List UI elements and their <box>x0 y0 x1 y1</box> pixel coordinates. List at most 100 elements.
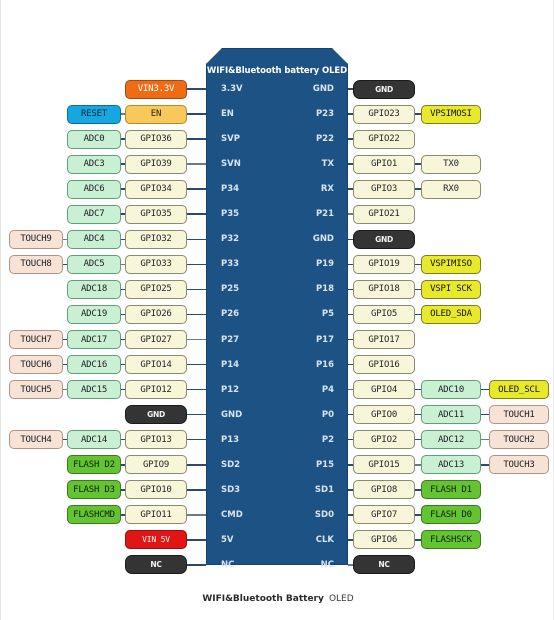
chip-pin-sd0: SD0 <box>314 509 334 520</box>
chip-pin-p4: P4 <box>321 384 334 395</box>
right-box-p23-0[interactable]: GPIO23 <box>353 104 415 124</box>
left-box-5v-0[interactable]: VIN 5V <box>125 530 187 550</box>
chip-pin-gnd: GND <box>221 409 243 420</box>
left-box-p26-0[interactable]: GPIO26 <box>125 304 187 324</box>
left-box-p34-0[interactable]: GPIO34 <box>125 179 187 199</box>
left-box-p26-1[interactable]: ADC19 <box>67 304 121 324</box>
left-box-en-1[interactable]: RESET <box>67 104 121 124</box>
left-box-en-0[interactable]: EN <box>125 104 187 124</box>
left-box-p13-1[interactable]: ADC14 <box>67 430 121 450</box>
right-box-p17-0[interactable]: GPIO17 <box>353 330 415 349</box>
right-box-clk-0[interactable]: GPIO6 <box>353 530 415 550</box>
right-box-gnd-0[interactable]: GND <box>353 229 415 249</box>
left-box-p27-0[interactable]: GPIO27 <box>125 330 187 349</box>
right-box-sd1-1[interactable]: FLASH D1 <box>421 480 481 500</box>
connector-wire <box>187 263 206 266</box>
left-box-p12-0[interactable]: GPIO12 <box>125 380 187 400</box>
left-box-p33-1[interactable]: ADC5 <box>67 254 121 274</box>
right-box-p4-0[interactable]: GPIO4 <box>353 380 415 400</box>
right-box-p21-0[interactable]: GPIO21 <box>353 204 415 224</box>
left-box-p14-0[interactable]: GPIO14 <box>125 355 187 375</box>
left-box-svn-0[interactable]: GPIO39 <box>125 154 187 174</box>
left-box-sd2-1[interactable]: FLASH D2 <box>67 455 121 475</box>
right-box-p19-0[interactable]: GPIO19 <box>353 254 415 274</box>
chip-pin-svn: SVN <box>221 159 241 170</box>
chip-pin-p32: P32 <box>221 234 240 245</box>
right-box-p2-1[interactable]: ADC12 <box>421 430 481 450</box>
right-box-p23-1[interactable]: VPSIMOSI <box>421 104 481 124</box>
right-box-p4-1[interactable]: ADC10 <box>421 380 481 400</box>
chip-pin-nc: NC <box>221 559 235 570</box>
left-box-p32-1[interactable]: ADC4 <box>67 229 121 249</box>
right-box-p19-1[interactable]: VSPIMISO <box>421 254 481 274</box>
left-box-p32-2[interactable]: TOUCH9 <box>9 229 63 249</box>
connector-wire <box>187 388 206 391</box>
left-box-p13-0[interactable]: GPIO13 <box>125 430 187 450</box>
right-box-sd1-0[interactable]: GPIO8 <box>353 480 415 500</box>
left-box-p27-1[interactable]: ADC17 <box>67 330 121 349</box>
right-box-p5-1[interactable]: OLED_SDA <box>421 304 481 324</box>
left-box-p25-1[interactable]: ADC18 <box>67 279 121 299</box>
left-box-p27-2[interactable]: TOUCH7 <box>9 330 63 349</box>
left-box-p14-1[interactable]: ADC16 <box>67 355 121 375</box>
right-box-p15-0[interactable]: GPIO15 <box>353 455 415 475</box>
right-box-rx-0[interactable]: GPIO3 <box>353 179 415 199</box>
left-box-sd3-1[interactable]: FLASH D3 <box>67 480 121 500</box>
left-box-gnd-0[interactable]: GND <box>125 405 187 425</box>
right-box-p4-2[interactable]: OLED_SCL <box>489 380 549 400</box>
connector-wire <box>187 564 206 566</box>
right-box-p15-2[interactable]: TOUCH3 <box>489 455 549 475</box>
chip-pin-p34: P34 <box>221 184 240 195</box>
left-box-svn-1[interactable]: ADC3 <box>67 154 121 174</box>
right-box-p16-0[interactable]: GPIO16 <box>353 355 415 375</box>
chip-pin-5v: 5V <box>221 534 234 545</box>
left-box-p12-1[interactable]: ADC15 <box>67 380 121 400</box>
diagram-frame: WIFI&Bluetooth battery OLED 3.3V EN SVP SVN… <box>0 0 554 620</box>
connector-wire <box>187 288 206 291</box>
left-box-svp-1[interactable]: ADC0 <box>67 129 121 149</box>
right-box-p22-0[interactable]: GPIO22 <box>353 129 415 149</box>
right-box-p2-2[interactable]: TOUCH2 <box>489 430 549 450</box>
right-box-rx-1[interactable]: RX0 <box>421 179 481 199</box>
right-box-clk-1[interactable]: FLASHSCK <box>421 530 481 550</box>
left-box-p34-1[interactable]: ADC6 <box>67 179 121 199</box>
left-box-p32-0[interactable]: GPIO32 <box>125 229 187 249</box>
caption-light: OLED <box>328 594 354 604</box>
right-box-sd0-1[interactable]: FLASH D0 <box>421 505 481 525</box>
left-box-p35-0[interactable]: GPIO35 <box>125 204 187 224</box>
right-box-p0-1[interactable]: ADC11 <box>421 405 481 425</box>
left-box-p33-2[interactable]: TOUCH8 <box>9 254 63 274</box>
left-box-cmd-0[interactable]: GPIO11 <box>125 505 187 525</box>
right-box-p18-0[interactable]: GPIO18 <box>353 279 415 299</box>
left-box-svp-0[interactable]: GPIO36 <box>125 129 187 149</box>
left-box-nc-0[interactable]: NC <box>125 555 187 575</box>
left-box-p13-2[interactable]: TOUCH4 <box>9 430 63 450</box>
right-box-p5-0[interactable]: GPIO5 <box>353 304 415 324</box>
connector-wire <box>187 338 206 341</box>
diagram-caption: WIFI&Bluetooth Battery OLED <box>1 586 554 605</box>
right-box-p15-1[interactable]: ADC13 <box>421 455 481 475</box>
right-box-gnd-0[interactable]: GND <box>353 79 415 99</box>
right-box-p2-0[interactable]: GPIO2 <box>353 430 415 450</box>
left-box-sd3-0[interactable]: GPIO10 <box>125 480 187 500</box>
left-box-p33-0[interactable]: GPIO33 <box>125 254 187 274</box>
right-box-p18-1[interactable]: VSPI SCK <box>421 279 481 299</box>
left-box-p14-2[interactable]: TOUCH6 <box>9 355 63 375</box>
chip-pin-rx: RX <box>320 184 334 195</box>
left-box-p35-1[interactable]: ADC7 <box>67 204 121 224</box>
left-box-p25-0[interactable]: GPIO25 <box>125 279 187 299</box>
chip-pin-p15: P15 <box>315 459 334 470</box>
right-box-tx-1[interactable]: TX0 <box>421 154 481 174</box>
right-box-nc-0[interactable]: NC <box>353 555 415 575</box>
right-box-p0-0[interactable]: GPIO0 <box>353 405 415 425</box>
left-box-cmd-1[interactable]: FLASHCMD <box>67 505 121 525</box>
left-box-sd2-0[interactable]: GPIO9 <box>125 455 187 475</box>
right-box-sd0-0[interactable]: GPIO7 <box>353 505 415 525</box>
right-box-tx-0[interactable]: GPIO1 <box>353 154 415 174</box>
connector-wire <box>187 514 206 516</box>
left-box-p12-2[interactable]: TOUCH5 <box>9 380 63 400</box>
chip-pin-tx: TX <box>321 159 334 170</box>
chip-pin-p13: P13 <box>221 434 240 445</box>
left-box-33v-0[interactable]: VIN3.3V <box>125 79 187 99</box>
right-box-p0-2[interactable]: TOUCH1 <box>489 405 549 425</box>
